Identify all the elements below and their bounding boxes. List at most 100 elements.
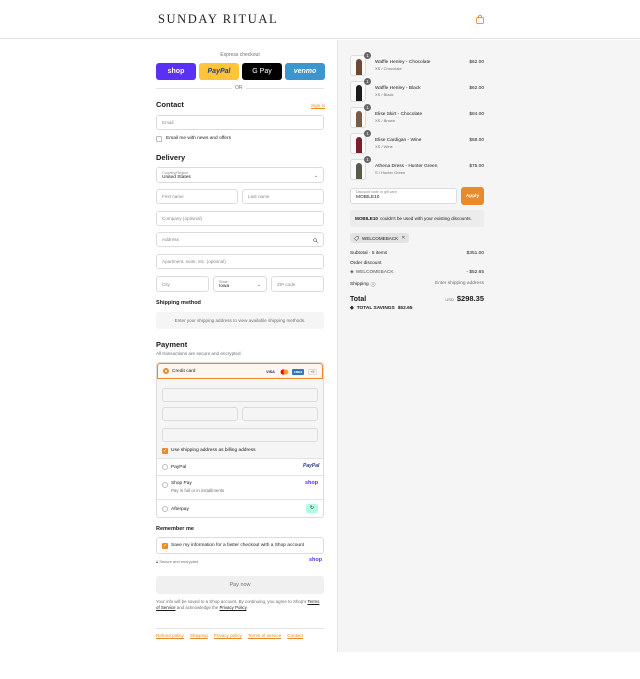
city-field[interactable]: City — [156, 276, 209, 292]
quantity-badge: 1 — [364, 130, 371, 137]
shipping-method-heading: Shipping method — [156, 300, 201, 306]
country-select[interactable]: Country/Region United States ⌄ — [156, 167, 324, 183]
paypal-button[interactable]: PayPal — [199, 63, 239, 80]
news-checkbox[interactable] — [156, 136, 162, 142]
credit-card-form: ✓ Use shipping address as billing addres… — [157, 379, 323, 458]
footer-divider — [156, 628, 324, 629]
cart-item: 1 Elise Cardigan - Wine XS / Wine $68.00 — [350, 130, 484, 155]
shop-pay-radio[interactable] — [162, 482, 168, 488]
refund-policy-link[interactable]: Refund policy — [156, 633, 184, 638]
subtotal-label: Subtotal · 5 items — [350, 251, 388, 256]
item-variant: S / Hunter Green — [375, 170, 406, 175]
venmo-button[interactable]: venmo — [285, 63, 325, 80]
state-value: Iowa — [219, 283, 230, 289]
store-logo[interactable]: SUNDAY RITUAL — [158, 12, 278, 27]
apply-button[interactable]: Apply — [461, 187, 484, 205]
lock-icon: 🔒︎ — [156, 559, 159, 564]
search-icon — [313, 238, 318, 243]
close-icon[interactable]: ✕ — [401, 235, 405, 241]
card-number-field[interactable] — [162, 388, 318, 402]
discount-code-field[interactable]: Discount code or gift card MOBILE10 — [350, 188, 457, 204]
item-price: $75.00 — [469, 164, 484, 169]
shop-pay-icon: shop — [305, 480, 319, 486]
afterpay-label: Afterpay — [171, 507, 189, 512]
zip-field[interactable]: ZIP code — [271, 276, 324, 292]
chevron-down-icon: ⌄ — [256, 282, 261, 288]
terms-of-service-link[interactable]: Terms of service — [248, 633, 281, 638]
apartment-field[interactable]: Apartment, suite, etc. (optional) — [156, 254, 324, 269]
cart-item: 1 Elise Skirt - Chocolate XS / Brown $84… — [350, 104, 484, 129]
shop-pay-subtitle: Pay in full or in installments — [171, 488, 225, 493]
privacy-policy-link[interactable]: Privacy policy — [214, 633, 242, 638]
google-pay-button[interactable]: G Pay — [242, 63, 282, 80]
terms-line: Your info will be saved to a Shop accoun… — [156, 599, 307, 604]
shipping-value: Enter shipping address — [434, 281, 484, 286]
credit-card-radio[interactable] — [163, 368, 169, 374]
item-name: Elise Skirt - Chocolate — [375, 112, 423, 117]
quantity-badge: 1 — [364, 78, 371, 85]
last-name-field[interactable]: Last name — [242, 189, 324, 204]
product-image — [356, 163, 362, 179]
remember-me-box: ✓ Save my information for a faster check… — [156, 537, 324, 554]
item-price: $62.00 — [469, 60, 484, 65]
sign-in-link[interactable]: Sign in — [311, 103, 325, 108]
credit-card-label: Credit card — [172, 369, 196, 374]
name-on-card-field[interactable] — [162, 428, 318, 442]
afterpay-radio[interactable] — [162, 506, 168, 512]
save-info-checkbox[interactable]: ✓ — [162, 543, 168, 549]
discount-label: Discount code or gift card — [356, 190, 397, 194]
payment-methods: Credit card VISA AMEX +5 ✓ Use shipping … — [156, 362, 324, 518]
afterpay-icon: ↻ — [306, 504, 318, 513]
state-select[interactable]: State Iowa ⌄ — [213, 276, 267, 292]
credit-card-option[interactable]: Credit card VISA AMEX +5 — [157, 363, 323, 379]
item-name: Athena Dress - Hunter Green — [375, 164, 438, 169]
terms-text: Your info will be saved to a Shop accoun… — [156, 599, 324, 611]
mastercard-icon — [279, 369, 289, 375]
item-price: $84.00 — [469, 112, 484, 117]
discount-amount: - $52.65 — [466, 270, 484, 275]
order-discount-label: Order discount — [350, 261, 382, 266]
product-thumbnail — [350, 159, 366, 180]
email-field[interactable]: Email — [156, 115, 324, 130]
delivery-heading: Delivery — [156, 153, 186, 162]
item-price: $68.00 — [469, 138, 484, 143]
or-divider-text: OR — [232, 85, 246, 91]
terms-end: . — [246, 605, 248, 610]
shop-pay-option[interactable]: Shop Pay Pay in full or in installments … — [157, 475, 323, 499]
product-thumbnail — [350, 81, 366, 102]
tag-icon — [354, 235, 359, 241]
cart-item: 1 Waffle Henley - Chocolate XS / Chocola… — [350, 52, 484, 77]
security-code-field[interactable] — [242, 407, 318, 421]
shopping-bag-icon[interactable] — [476, 15, 484, 24]
item-variant: XS / Brown — [375, 118, 396, 123]
expiry-field[interactable] — [162, 407, 238, 421]
subtotal-row: Subtotal · 5 items $351.00 — [350, 251, 484, 256]
remember-me-heading: Remember me — [156, 526, 194, 532]
more-cards-badge: +5 — [308, 369, 317, 375]
billing-same-checkbox[interactable]: ✓ — [162, 448, 168, 454]
product-image — [356, 85, 362, 101]
item-variant: XS / Black — [375, 92, 394, 97]
paypal-option[interactable]: PayPal PayPal — [157, 458, 323, 475]
shop-pay-label: Shop Pay — [171, 481, 192, 486]
total-label: Total — [350, 296, 367, 303]
address-field[interactable]: Address — [156, 232, 324, 247]
afterpay-option[interactable]: Afterpay ↻ — [157, 499, 323, 517]
cart-item: 1 Athena Dress - Hunter Green S / Hunter… — [350, 156, 484, 181]
shop-pay-button[interactable]: shop — [156, 63, 196, 80]
order-summary-panel — [337, 40, 640, 652]
paypal-radio[interactable] — [162, 464, 168, 470]
info-icon[interactable]: ⓘ — [371, 281, 376, 288]
contact-heading: Contact — [156, 100, 184, 109]
contact-link[interactable]: Contact — [287, 633, 303, 638]
company-field[interactable]: Company (optional) — [156, 211, 324, 226]
payment-subtitle: All transactions are secure and encrypte… — [156, 351, 242, 356]
shipping-link[interactable]: Shipping — [190, 633, 208, 638]
applied-discount-chip: WELCOMEBACK ✕ — [350, 233, 410, 243]
page-bottom — [0, 652, 640, 679]
pay-now-button[interactable]: Pay now — [156, 576, 324, 594]
privacy-policy-link[interactable]: Privacy Policy — [219, 605, 246, 610]
save-info-label: Save my information for a faster checkou… — [171, 543, 305, 548]
first-name-field[interactable]: First name — [156, 189, 238, 204]
amex-icon: AMEX — [292, 369, 304, 375]
